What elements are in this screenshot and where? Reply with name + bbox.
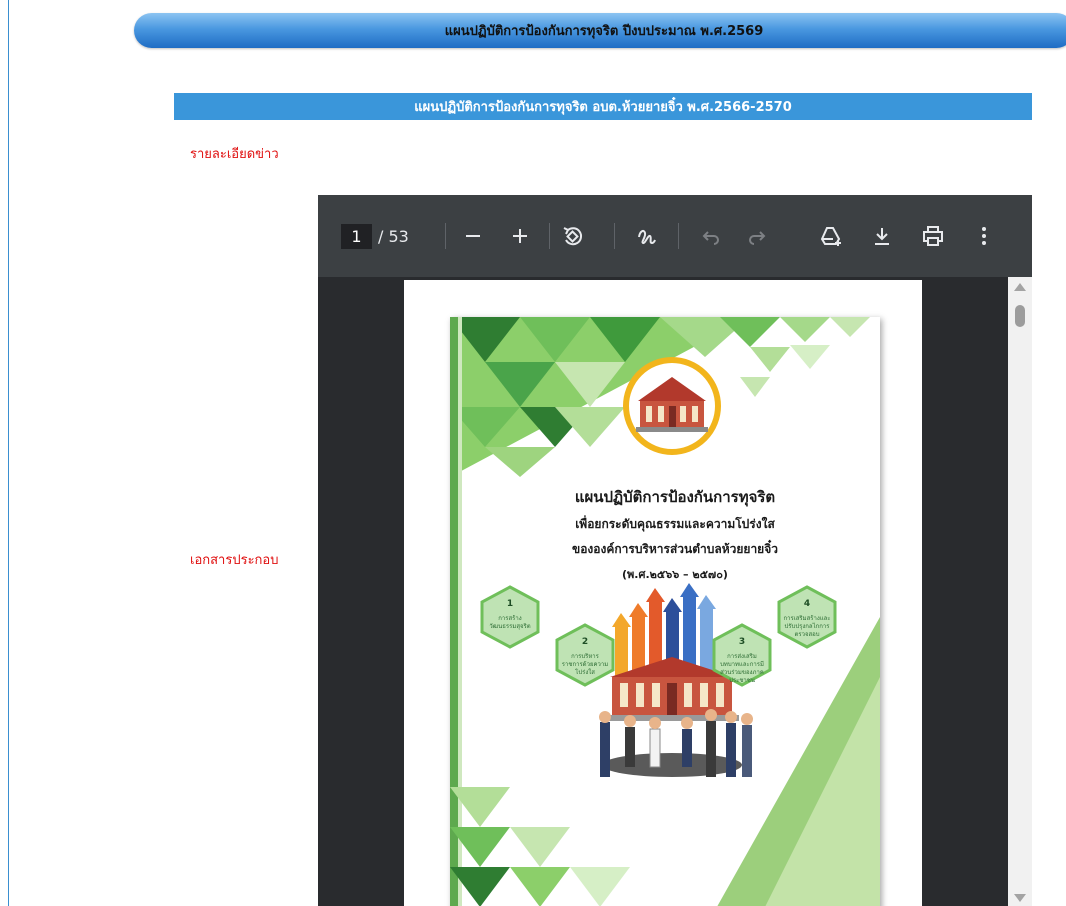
hex-1-number: 1 bbox=[506, 599, 514, 609]
page-number-input[interactable]: 1 bbox=[341, 224, 372, 249]
sub-banner: แผนปฏิบัติการป้องกันการทุจริต อบต.ห้วยยา… bbox=[174, 93, 1032, 120]
cover-years: (พ.ศ.๒๕๖๖ – ๒๕๗๐) bbox=[622, 568, 728, 581]
rotate-button[interactable] bbox=[558, 223, 588, 249]
more-icon bbox=[982, 227, 986, 245]
toolbar-separator bbox=[549, 223, 550, 249]
pdf-toolbar: 1 / 53 bbox=[318, 195, 1032, 277]
scroll-down-arrow-icon[interactable] bbox=[1014, 894, 1026, 902]
hex-3-label: การส่งเสริมบทบาทและการมีส่วนร่วมของภาคปร… bbox=[720, 653, 764, 684]
cover-subtitle-2: ขององค์การบริหารส่วนตำบลห้วยยายจิ๋ว bbox=[572, 542, 778, 556]
undo-button[interactable] bbox=[698, 223, 724, 249]
toolbar-separator bbox=[614, 223, 615, 249]
attachments-label: เอกสารประกอบ bbox=[190, 553, 279, 568]
cover-artwork bbox=[450, 317, 880, 906]
annotate-icon bbox=[638, 229, 656, 245]
annotate-button[interactable] bbox=[634, 223, 660, 249]
top-banner: แผนปฏิบัติการป้องกันการทุจริต ปีงบประมาณ… bbox=[134, 13, 1066, 48]
vertical-scrollbar[interactable] bbox=[1008, 277, 1032, 906]
banner-title: แผนปฏิบัติการป้องกันการทุจริต ปีงบประมาณ… bbox=[444, 24, 764, 39]
rotate-icon bbox=[563, 227, 583, 246]
toolbar-separator bbox=[445, 223, 446, 249]
cover-page: แผนปฏิบัติการป้องกันการทุจริต เพื่อยกระด… bbox=[450, 317, 880, 906]
hex-4-label: การเสริมสร้างและปรับปรุงกลไกการตรวจสอบ bbox=[783, 615, 831, 638]
hex-1-label: การสร้างวัฒนธรรมสุจริต bbox=[489, 615, 531, 630]
scroll-up-arrow-icon[interactable] bbox=[1014, 283, 1026, 291]
cover-subtitle-1: เพื่อยกระดับคุณธรรมและความโปร่งใส bbox=[575, 517, 775, 531]
hex-3-number: 3 bbox=[738, 637, 746, 647]
undo-icon bbox=[702, 231, 719, 245]
more-actions-button[interactable] bbox=[974, 223, 994, 249]
pdf-page: แผนปฏิบัติการป้องกันการทุจริต เพื่อยกระด… bbox=[404, 280, 922, 906]
plus-icon bbox=[513, 229, 527, 243]
print-icon bbox=[923, 226, 943, 246]
print-button[interactable] bbox=[920, 223, 946, 249]
left-border-line bbox=[8, 0, 9, 906]
hex-2-number: 2 bbox=[581, 637, 589, 647]
zoom-in-button[interactable] bbox=[507, 223, 533, 249]
toolbar-separator bbox=[678, 223, 679, 249]
drive-add-icon bbox=[820, 227, 841, 246]
zoom-out-button[interactable] bbox=[460, 223, 486, 249]
hex-4-number: 4 bbox=[803, 599, 811, 609]
scrollbar-thumb[interactable] bbox=[1015, 305, 1025, 327]
save-to-drive-button[interactable] bbox=[817, 223, 845, 249]
redo-icon bbox=[749, 231, 766, 245]
document-area[interactable]: แผนปฏิบัติการป้องกันการทุจริต เพื่อยกระด… bbox=[318, 277, 1032, 906]
cover-title: แผนปฏิบัติการป้องกันการทุจริต bbox=[574, 488, 776, 506]
download-icon bbox=[875, 228, 889, 245]
page-total: / 53 bbox=[378, 227, 409, 246]
download-button[interactable] bbox=[869, 223, 895, 249]
cover-title-block: แผนปฏิบัติการป้องกันการทุจริต เพื่อยกระด… bbox=[510, 485, 840, 583]
sub-banner-title: แผนปฏิบัติการป้องกันการทุจริต อบต.ห้วยยา… bbox=[414, 100, 792, 115]
redo-button[interactable] bbox=[744, 223, 770, 249]
news-detail-label: รายละเอียดข่าว bbox=[190, 147, 279, 162]
pdf-viewer[interactable]: 1 / 53 แผนปฏิบัติการป้องกันการทุจริต เพื… bbox=[318, 195, 1032, 906]
minus-icon bbox=[466, 235, 480, 237]
hex-2-label: การบริหารราชการด้วยความโปร่งใส bbox=[561, 653, 609, 676]
